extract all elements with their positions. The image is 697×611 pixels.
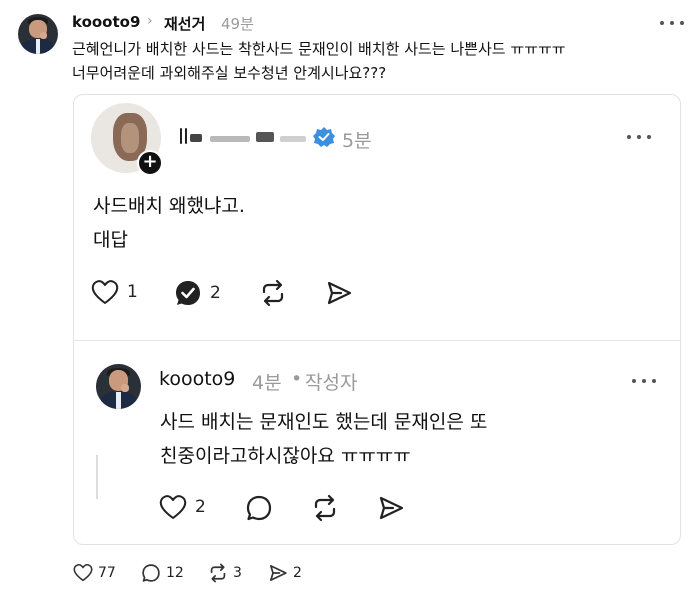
thread-topic-link[interactable]: 재선거	[164, 13, 205, 34]
post-text-line-1: 근혜언니가 배치한 사드는 착한사드 문재인이 배치한 사드는 나쁜사드 ㅠㅠㅠ…	[72, 40, 566, 58]
heart-icon	[73, 564, 93, 582]
follow-plus-button[interactable]: +	[137, 150, 163, 176]
reply-like-button[interactable]: 2	[159, 494, 206, 520]
post-share-count: 2	[293, 565, 302, 581]
author-tag: 작성자	[305, 372, 358, 394]
quoted-timestamp[interactable]: 5분	[342, 126, 372, 153]
post-repost-count: 3	[233, 565, 242, 581]
send-icon	[270, 565, 287, 581]
card-divider	[74, 340, 680, 341]
post-text-line-2: 너무어려운데 과외해주실 보수청년 안계시나요???	[72, 64, 387, 82]
post-timestamp[interactable]: 49분	[221, 13, 254, 34]
post-author-username[interactable]: koooto9	[72, 13, 140, 31]
heart-icon	[91, 280, 119, 304]
reply-author-username[interactable]: koooto9	[159, 368, 235, 390]
more-dots-icon[interactable]	[632, 377, 656, 385]
reply-text-line-2: 친중이라고하시잖아요 ㅠㅠㅠㅠ	[160, 445, 411, 467]
quoted-reply-count: 2	[210, 283, 221, 303]
reply-separator: •	[291, 368, 303, 390]
more-dots-icon[interactable]	[627, 133, 651, 141]
post-share-button[interactable]: 2	[268, 563, 302, 583]
quoted-text-line-1: 사드배치 왜했냐고.	[93, 195, 245, 217]
post-author-avatar[interactable]	[18, 14, 58, 54]
thread-connector-line	[96, 455, 98, 499]
reply-author-avatar[interactable]	[96, 364, 141, 409]
post-like-count: 77	[98, 564, 116, 581]
post-reply-button[interactable]: 12	[141, 563, 184, 583]
send-icon[interactable]	[377, 494, 405, 522]
comment-icon[interactable]	[245, 494, 273, 522]
post-like-button[interactable]: 77	[73, 563, 116, 582]
chevron-right-icon: ›	[147, 13, 153, 29]
repost-icon[interactable]	[311, 494, 339, 522]
reply-like-count: 2	[195, 497, 206, 517]
reply-text-line-1: 사드 배치는 문재인도 했는데 문재인은 또	[160, 411, 488, 433]
post-repost-button[interactable]: 3	[208, 563, 242, 583]
repost-icon	[210, 563, 226, 583]
quoted-like-button[interactable]: 1	[91, 279, 138, 305]
post-reply-count: 12	[166, 565, 184, 581]
heart-icon	[159, 495, 187, 519]
quoted-thread-card[interactable]	[73, 94, 681, 545]
comment-checked-icon	[176, 281, 200, 305]
quoted-text-line-2: 대답	[93, 229, 128, 251]
repost-icon[interactable]	[259, 279, 287, 307]
quoted-reply-button[interactable]: 2	[174, 279, 221, 307]
more-dots-icon[interactable]	[660, 19, 684, 27]
quoted-like-count: 1	[127, 282, 138, 302]
send-icon[interactable]	[325, 279, 353, 307]
verified-badge-icon	[313, 127, 335, 147]
reply-timestamp[interactable]: 4분	[252, 368, 282, 395]
comment-icon	[142, 564, 160, 582]
